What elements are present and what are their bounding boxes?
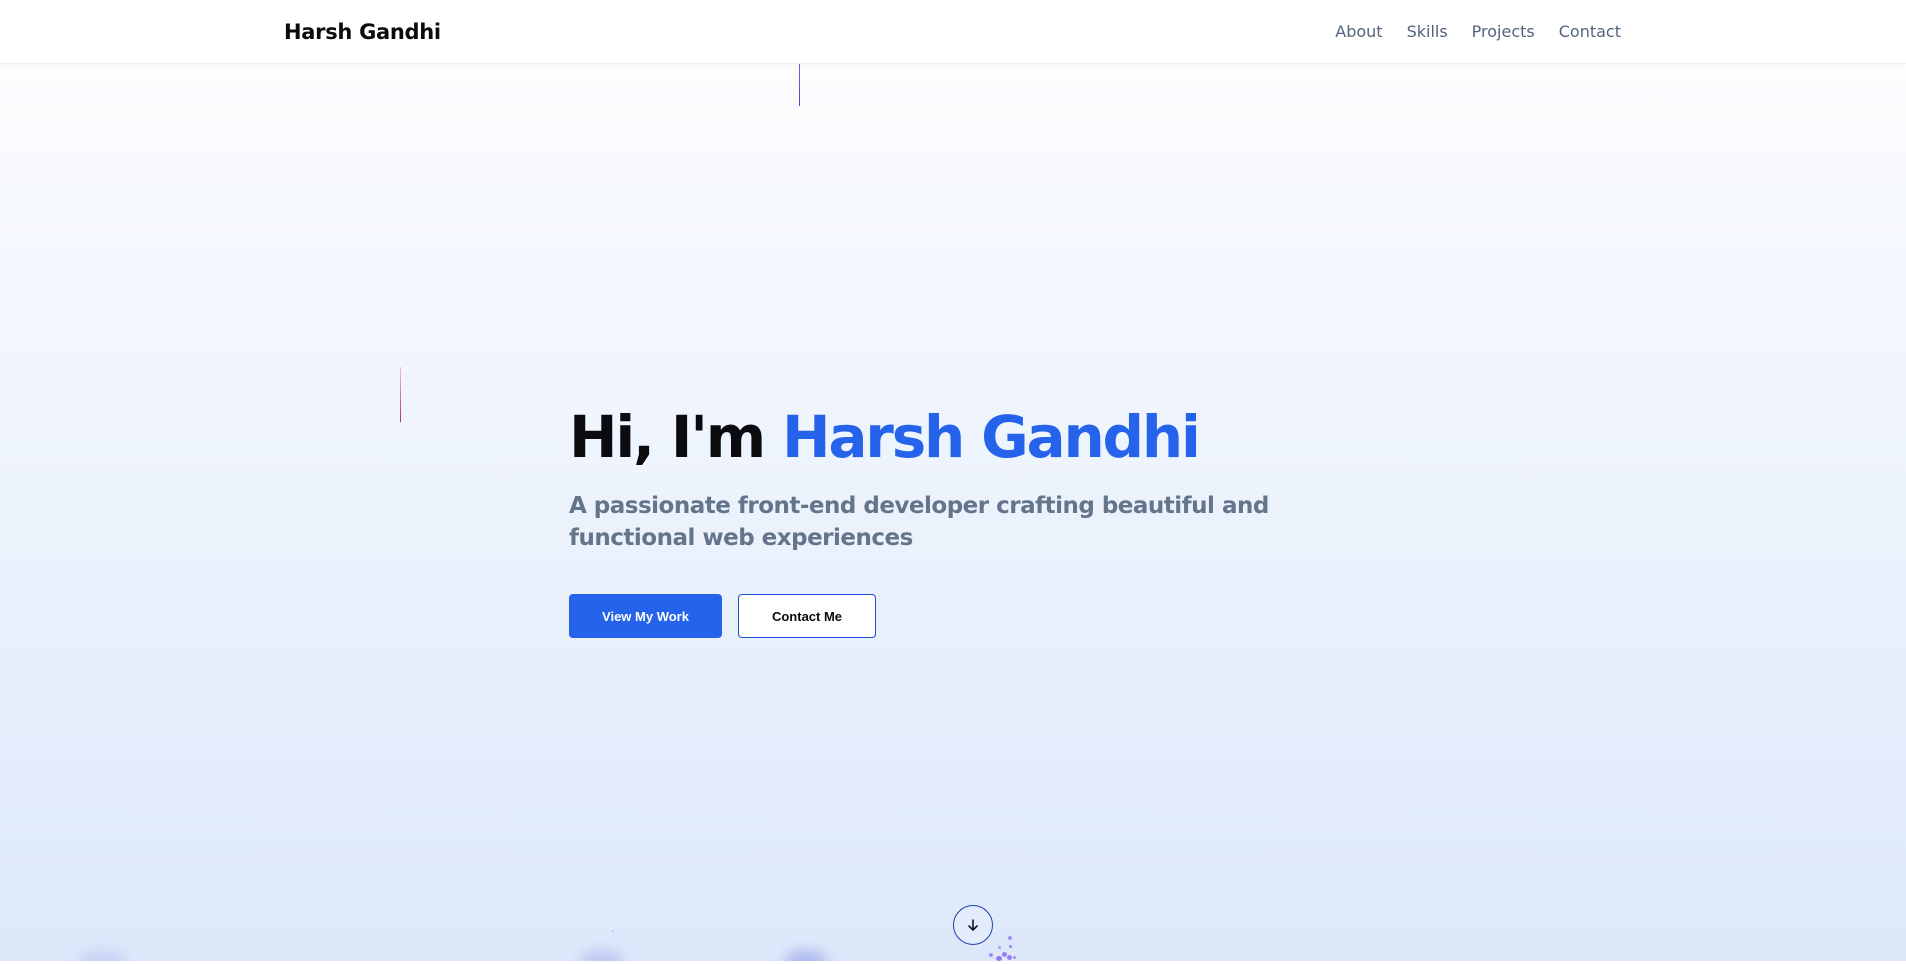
decorative-blob xyxy=(78,950,126,961)
decorative-blob xyxy=(580,950,624,961)
hero-content: Hi, I'm Harsh Gandhi A passionate front-… xyxy=(569,400,1369,638)
view-my-work-button[interactable]: View My Work xyxy=(569,594,722,638)
nav-link-contact[interactable]: Contact xyxy=(1559,21,1621,43)
decorative-particle xyxy=(989,953,993,957)
nav-link-about[interactable]: About xyxy=(1335,21,1382,43)
decorative-line xyxy=(799,64,800,106)
nav-link-skills[interactable]: Skills xyxy=(1407,21,1448,43)
decorative-particle xyxy=(1009,945,1012,948)
arrow-down-icon xyxy=(968,919,978,931)
decorative-particle xyxy=(1007,955,1012,960)
hero-actions: View My Work Contact Me xyxy=(569,594,1369,638)
contact-me-button[interactable]: Contact Me xyxy=(738,594,876,638)
nav-link-projects[interactable]: Projects xyxy=(1472,21,1535,43)
brand-logo[interactable]: Harsh Gandhi xyxy=(284,19,441,45)
hero-greeting: Hi, I'm xyxy=(569,403,766,471)
decorative-particle xyxy=(998,946,1001,949)
scroll-down-button[interactable] xyxy=(953,905,993,945)
hero-subtitle: A passionate front-end developer craftin… xyxy=(569,493,1269,551)
navbar: Harsh Gandhi About Skills Projects Conta… xyxy=(0,0,1906,64)
hero-section: Harsh Gandhi About Skills Projects Conta… xyxy=(0,0,1906,961)
decorative-blob xyxy=(784,950,828,961)
decorative-particle xyxy=(996,956,1002,961)
decorative-particle xyxy=(1008,936,1012,940)
decorative-particle xyxy=(1013,956,1016,959)
decorative-line xyxy=(400,367,401,422)
decorative-particle xyxy=(612,930,614,932)
hero-name: Harsh Gandhi xyxy=(782,403,1201,471)
nav-links: About Skills Projects Contact xyxy=(1335,21,1621,43)
hero-headline: Hi, I'm Harsh Gandhi xyxy=(569,400,1369,474)
